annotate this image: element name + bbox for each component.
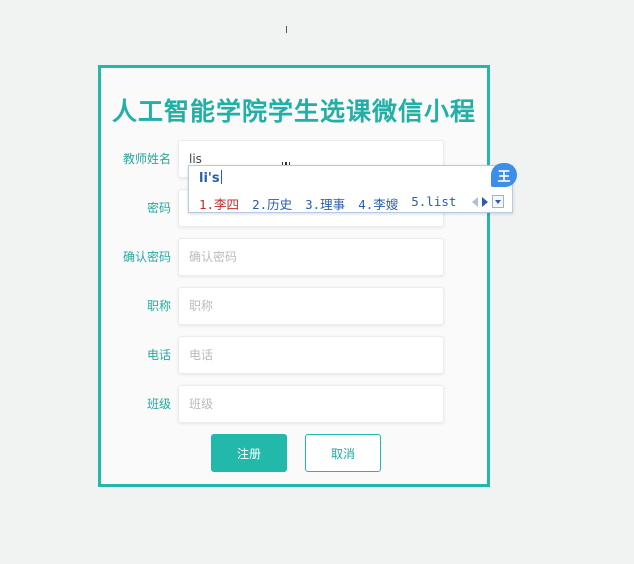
class-input[interactable] (178, 385, 444, 423)
cursor-mark (286, 26, 287, 33)
ime-candidate-3[interactable]: 3.理事 (305, 194, 345, 213)
phone-input[interactable] (178, 336, 444, 374)
prev-page-icon[interactable] (472, 197, 478, 207)
job-title-input[interactable] (178, 287, 444, 325)
field-row-confirm-password: 确认密码 (101, 238, 487, 276)
class-label: 班级 (146, 397, 171, 411)
ime-candidate-4[interactable]: 4.李嫂 (358, 194, 398, 213)
ime-pinyin-composition: li's (199, 170, 222, 186)
confirm-password-input[interactable] (178, 238, 444, 276)
expand-icon[interactable] (492, 195, 504, 208)
ime-candidate-popup: li's 1.李四 2.历史 3.理事 4.李嫂 5.list (188, 165, 513, 213)
ime-candidate-5[interactable]: 5.list (411, 194, 456, 213)
registration-card: 人工智能学院学生选课微信小程 教师姓名 密码 确认密码 职称 电话 班级 注册 … (98, 65, 490, 487)
teacher-name-label: 教师姓名 (122, 152, 171, 166)
cancel-button[interactable]: 取消 (305, 434, 381, 472)
ime-logo-icon[interactable]: 王 (491, 163, 517, 187)
ime-candidate-list: 1.李四 2.历史 3.理事 4.李嫂 5.list (199, 194, 456, 213)
phone-label: 电话 (146, 348, 171, 362)
page: 人工智能学院学生选课微信小程 教师姓名 密码 确认密码 职称 电话 班级 注册 … (0, 0, 634, 564)
next-page-icon[interactable] (482, 197, 488, 207)
field-row-phone: 电话 (101, 336, 487, 374)
job-title-label: 职称 (146, 299, 171, 313)
field-row-title: 职称 (101, 287, 487, 325)
page-title: 人工智能学院学生选课微信小程 (111, 97, 476, 126)
register-button[interactable]: 注册 (211, 434, 287, 472)
ime-candidate-1[interactable]: 1.李四 (199, 194, 239, 213)
field-row-class: 班级 (101, 385, 487, 423)
confirm-password-label: 确认密码 (122, 250, 171, 264)
ime-caret (220, 170, 222, 184)
ime-pinyin-text: li's (199, 171, 220, 186)
ime-candidate-2[interactable]: 2.历史 (252, 194, 292, 213)
password-label: 密码 (146, 201, 171, 215)
